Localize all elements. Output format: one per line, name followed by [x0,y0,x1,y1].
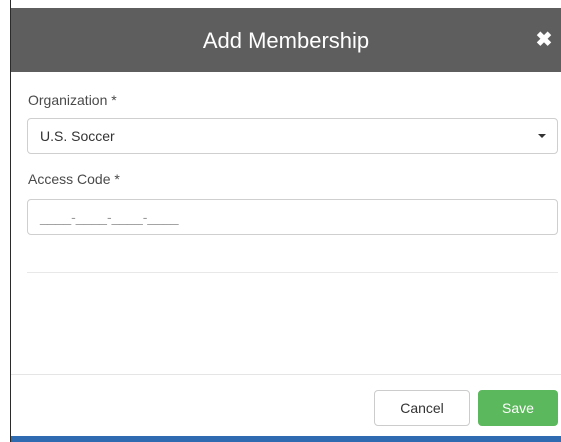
background-edge [0,0,11,442]
organization-select[interactable]: U.S. Soccer [27,118,558,154]
caret-down-icon [538,134,546,138]
modal-header: Add Membership ✖ [11,8,561,72]
close-icon[interactable]: ✖ [533,29,555,51]
background-accent-bar [11,436,561,442]
access-code-mask: ____-____-____-____ [40,209,179,225]
cancel-button[interactable]: Cancel [374,390,470,426]
access-code-label: Access Code * [28,171,120,187]
footer-divider [11,374,561,375]
organization-selected-value: U.S. Soccer [40,128,115,144]
access-code-input[interactable]: ____-____-____-____ [27,199,558,235]
form-divider [27,272,558,273]
organization-label: Organization * [28,92,117,108]
add-membership-modal: Add Membership ✖ Organization * U.S. Soc… [11,0,561,436]
save-button[interactable]: Save [478,390,558,426]
modal-title: Add Membership [202,28,370,53]
page-frame: Add Membership ✖ Organization * U.S. Soc… [0,0,561,442]
